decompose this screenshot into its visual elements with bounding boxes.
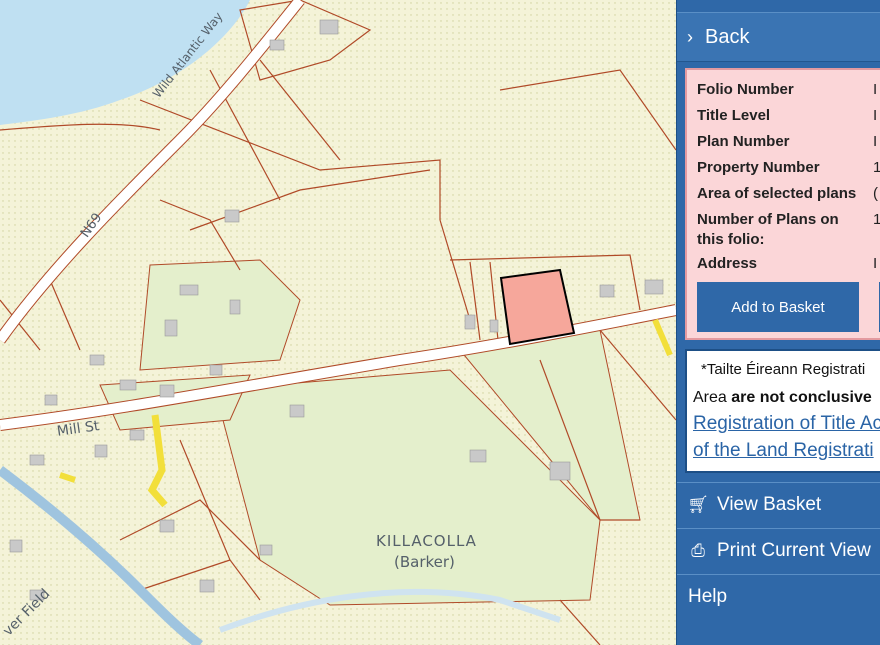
info-value: 1 [873, 158, 880, 178]
notice-line-1: *Tailte Éireann Registrati [701, 361, 866, 378]
info-row: Address I [697, 254, 880, 274]
info-label: Plan Number [697, 133, 790, 150]
label-killacolla: KILLACOLLA [376, 532, 477, 550]
view-basket-button[interactable]: 🛒︎ View Basket [677, 482, 880, 527]
info-value: I [873, 107, 878, 124]
map-canvas[interactable] [0, 0, 676, 645]
folio-info-box: Folio Number I Title Level I Plan Number I … [685, 68, 880, 340]
info-value: 1 [873, 210, 880, 250]
folio-info-table: Folio Number I Title Level I Plan Number I … [697, 80, 880, 280]
print-current-view-button[interactable]: ⎙ Print Current View [677, 528, 880, 573]
info-label: Address [697, 255, 758, 272]
info-value: I [873, 133, 878, 150]
info-value: ( [873, 185, 878, 202]
info-label: Area of selected plans [697, 185, 857, 202]
print-icon: ⎙ [691, 541, 705, 560]
info-row: Number of Plans on this folio: 1 [697, 210, 880, 250]
chevron-right-icon: › [687, 26, 693, 47]
registration-act-link[interactable]: Registration of Title Ac [693, 413, 880, 435]
info-row: Title Level I [697, 106, 880, 126]
info-label: Title Level [697, 107, 771, 124]
notice-bold: are not conclusive [731, 389, 872, 406]
info-label: Property Number [697, 159, 820, 176]
registration-notice: *Tailte Éireann Registrati Area are not … [685, 349, 880, 473]
cart-icon: 🛒︎ [687, 495, 709, 514]
field-parcel [139, 259, 301, 371]
print-view-label: Print Current View [717, 540, 871, 561]
map-view[interactable]: Wild Atlantic Way N69 Mill St KILLACOLLA… [0, 0, 676, 645]
view-basket-label: View Basket [717, 494, 822, 515]
info-label: Number of Plans on this folio: [697, 211, 839, 248]
selected-parcel[interactable] [499, 268, 576, 346]
help-label: Help [688, 586, 728, 607]
notice-line-2: Area are not conclusive [693, 389, 872, 407]
notice-prefix: Area [693, 389, 732, 406]
back-label: Back [705, 25, 750, 48]
label-barker: (Barker) [394, 553, 455, 571]
back-button[interactable]: › Back [677, 12, 880, 62]
info-row: Property Number 1 [697, 158, 880, 178]
info-row: Area of selected plans ( [697, 184, 880, 204]
land-registration-link[interactable]: of the Land Registrati [693, 440, 874, 462]
help-button[interactable]: Help [677, 574, 880, 619]
add-to-basket-button[interactable]: Add to Basket [697, 282, 859, 332]
info-row: Plan Number I [697, 132, 880, 152]
info-value: I [873, 81, 878, 98]
info-label: Folio Number [697, 81, 794, 98]
info-row: Folio Number I [697, 80, 880, 100]
info-value: I [873, 255, 878, 272]
side-panel: › Back Folio Number I Title Level I Plan N… [676, 0, 880, 645]
